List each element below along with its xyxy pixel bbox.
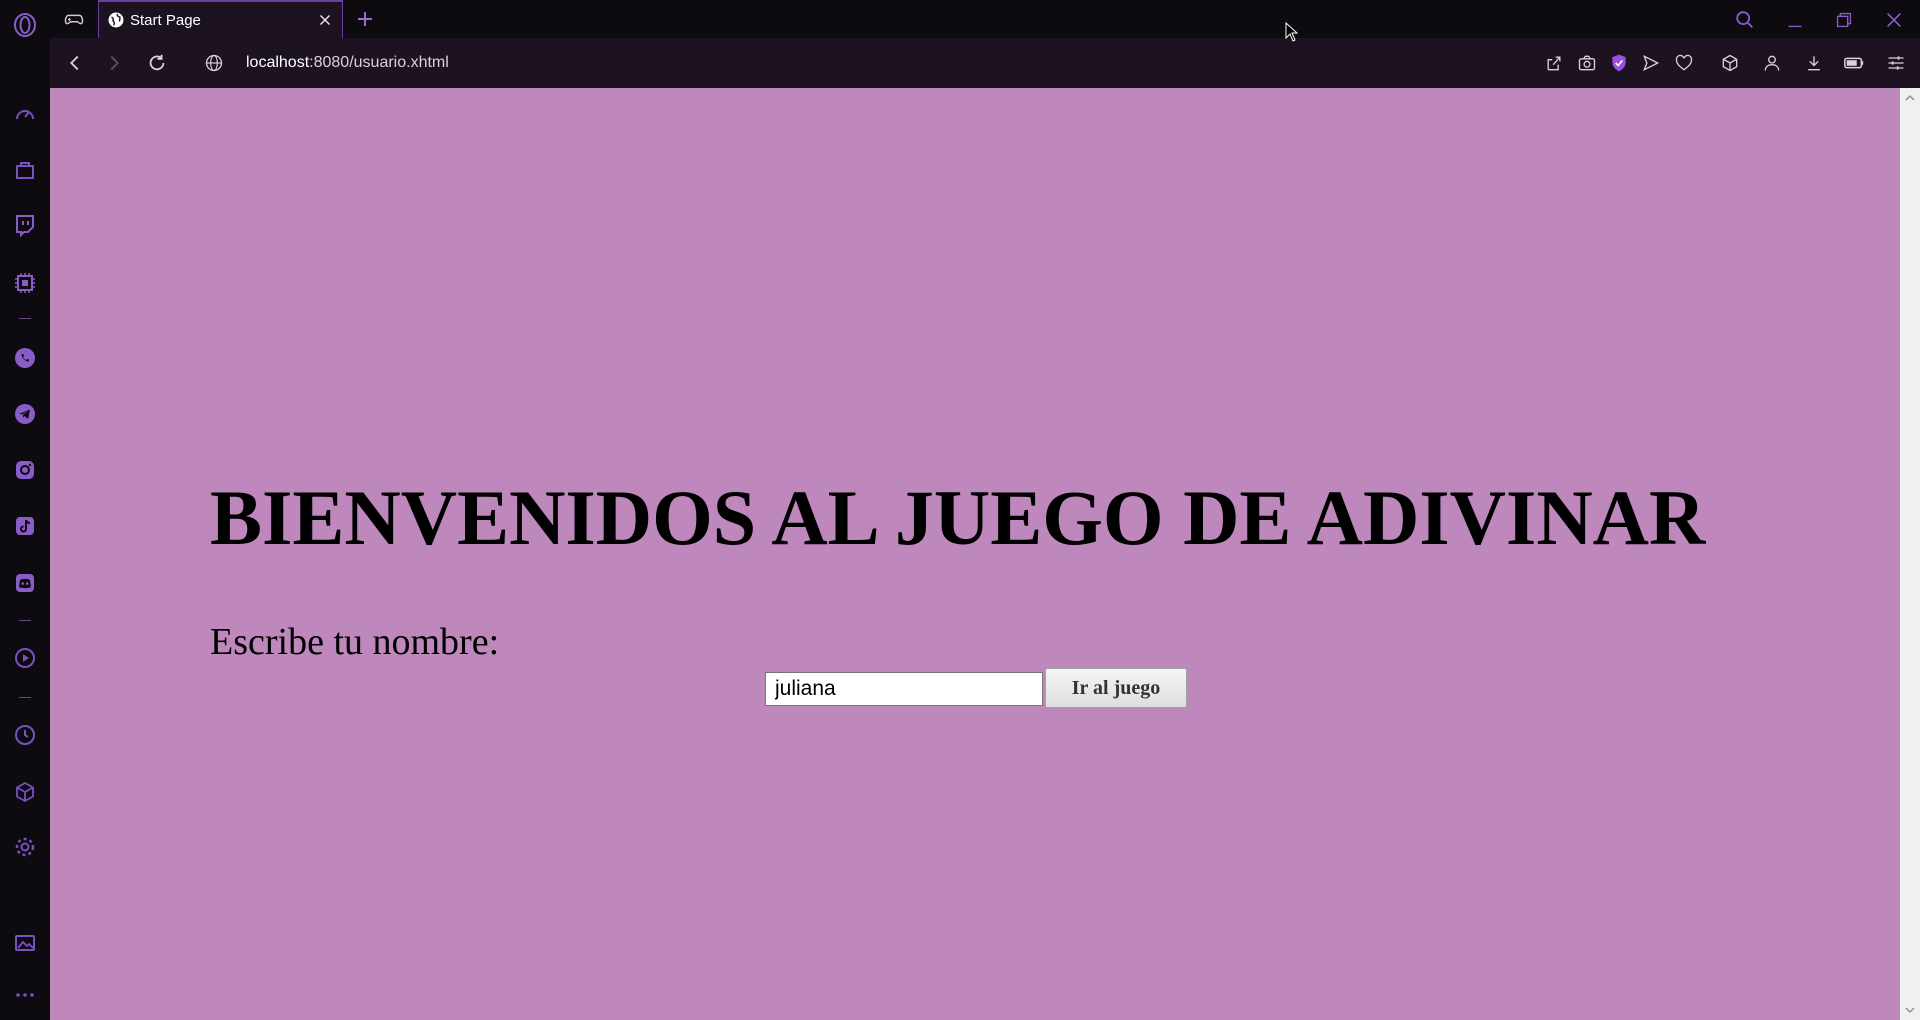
profile-icon[interactable]: [1760, 51, 1784, 75]
url-host: localhost: [246, 54, 310, 71]
tiktok-icon[interactable]: [11, 512, 39, 540]
close-tab-icon[interactable]: [316, 11, 334, 29]
player-icon[interactable]: [11, 644, 39, 672]
new-tab-plus-icon[interactable]: [353, 7, 377, 31]
restore-icon[interactable]: [1831, 7, 1857, 33]
mouse-cursor-icon: [1285, 22, 1299, 42]
gamepad-icon[interactable]: [60, 6, 88, 32]
url-field[interactable]: localhost:8080/usuario.xhtml: [246, 54, 449, 72]
wallpaper-icon[interactable]: [11, 929, 39, 957]
whatsapp-icon[interactable]: [11, 344, 39, 372]
shopping-bag-icon[interactable]: [11, 156, 39, 184]
name-input[interactable]: [765, 672, 1043, 706]
forward-icon[interactable]: [102, 51, 126, 75]
close-window-icon[interactable]: [1881, 7, 1907, 33]
extensions-icon[interactable]: [1718, 51, 1742, 75]
scroll-down-icon[interactable]: [1905, 1005, 1915, 1015]
url-path: :8080/usuario.xhtml: [309, 54, 449, 71]
go-to-game-button[interactable]: Ir al juego: [1045, 668, 1187, 708]
sidebar-divider: [19, 318, 31, 319]
history-icon[interactable]: [11, 721, 39, 749]
instagram-icon[interactable]: [11, 456, 39, 484]
heart-icon[interactable]: [1672, 51, 1696, 75]
page-scrollbar[interactable]: [1900, 88, 1920, 1020]
sidebar-divider: [19, 620, 31, 621]
telegram-icon[interactable]: [11, 400, 39, 428]
scroll-up-icon[interactable]: [1905, 93, 1915, 103]
browser-sidebar: [0, 0, 50, 1020]
opera-logo-icon[interactable]: [11, 11, 39, 39]
more-dots-icon[interactable]: [11, 981, 39, 1009]
send-arrow-icon[interactable]: [1639, 51, 1663, 75]
easy-setup-sliders-icon[interactable]: [1884, 51, 1908, 75]
search-icon[interactable]: [1732, 7, 1758, 33]
battery-saver-icon[interactable]: [1842, 51, 1866, 75]
discord-icon[interactable]: [11, 569, 39, 597]
speed-dial-icon[interactable]: [11, 101, 39, 129]
page-viewport: BIENVENIDOS AL JUEGO DE ADIVINAR Escribe…: [50, 88, 1900, 1020]
tab-strip: Start Page: [50, 0, 1920, 38]
tab-start-page[interactable]: Start Page: [98, 0, 343, 38]
download-icon[interactable]: [1802, 51, 1826, 75]
aria-ai-icon[interactable]: [11, 269, 39, 297]
address-toolbar: localhost:8080/usuario.xhtml: [50, 38, 1920, 89]
site-info-globe-icon[interactable]: [202, 51, 226, 75]
globe-icon: [108, 12, 124, 28]
reload-icon[interactable]: [145, 51, 169, 75]
extensions-cube-icon[interactable]: [11, 778, 39, 806]
sidebar-divider: [19, 697, 31, 698]
tab-title: Start Page: [130, 12, 201, 29]
back-icon[interactable]: [63, 51, 87, 75]
settings-gear-icon[interactable]: [11, 833, 39, 861]
name-label: Escribe tu nombre:: [210, 621, 500, 663]
vpn-shield-icon[interactable]: [1607, 51, 1631, 75]
twitch-icon[interactable]: [11, 211, 39, 239]
share-icon[interactable]: [1542, 51, 1566, 75]
page-title: BIENVENIDOS AL JUEGO DE ADIVINAR: [210, 474, 1706, 561]
minimize-icon[interactable]: [1782, 7, 1808, 33]
snapshot-camera-icon[interactable]: [1575, 51, 1599, 75]
